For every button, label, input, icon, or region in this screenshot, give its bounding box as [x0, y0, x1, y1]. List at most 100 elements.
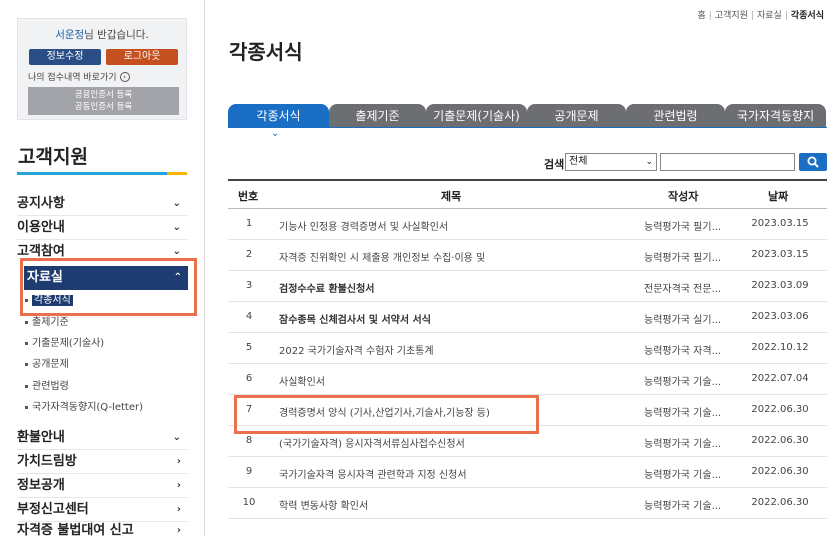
search-input[interactable]	[660, 153, 795, 171]
sidebar-item-illegal-lending[interactable]: 자격증 불법대여 신고 ›	[17, 522, 187, 536]
header-title: 제목	[441, 190, 462, 203]
breadcrumb-separator: |	[708, 11, 712, 21]
search-category-select[interactable]: 전체 ⌄	[565, 153, 657, 171]
edit-profile-button[interactable]: 정보수정	[29, 49, 101, 65]
row-date: 2023.03.06	[751, 311, 809, 322]
row-date: 2022.07.04	[751, 373, 809, 384]
sidebar-item-resources[interactable]: 자료실 ⌃	[24, 266, 188, 290]
tab-qletter[interactable]: 국가자격동향지	[725, 104, 826, 128]
chevron-down-icon: ⌄	[172, 246, 181, 257]
search-icon	[807, 156, 819, 168]
title-divider	[17, 172, 187, 175]
tab-criteria[interactable]: 출제기준	[329, 104, 426, 128]
tab-open-questions[interactable]: 공개문제	[527, 104, 626, 128]
chevron-right-icon: ›	[176, 504, 181, 515]
row-author: 능력평가국 기술...	[644, 470, 722, 481]
sidebar-item-label: 이용안내	[17, 220, 65, 235]
row-title-link[interactable]: 잠수종목 신체검사서 및 서약서 서식	[279, 311, 624, 326]
chevron-down-icon: ⌄	[172, 432, 181, 443]
breadcrumb-level1[interactable]: 고객지원	[715, 11, 748, 21]
row-title-link[interactable]: 자격증 진위확인 시 제출용 개인정보 수집·이용 및	[279, 249, 624, 264]
submenu-item-forms[interactable]: 각종서식	[25, 294, 73, 308]
breadcrumb-level2[interactable]: 자료실	[757, 11, 782, 21]
row-author: 능력평가국 기술...	[644, 408, 722, 419]
sidebar-item-notice[interactable]: 공지사항 ⌄	[17, 192, 187, 216]
submenu-item-criteria[interactable]: 출제기준	[25, 316, 69, 330]
logout-button[interactable]: 로그아웃	[106, 49, 178, 65]
chevron-down-icon: ⌄	[172, 222, 181, 233]
chevron-right-circle-icon: ›	[119, 71, 130, 82]
row-title-link[interactable]: 경력증명서 양식 (기사,산업기사,기술사,기능장 등)	[279, 404, 624, 419]
my-applications-label: 나의 접수내역 바로가기	[28, 73, 117, 83]
submenu-label: 공개문제	[32, 359, 69, 370]
table-row[interactable]: 8 (국가기술자격) 응시자격서류심사접수신청서 능력평가국 기술... 202…	[228, 426, 827, 457]
row-date: 2022.06.30	[751, 435, 809, 446]
submenu-item-qletter[interactable]: 국가자격동향지(Q-letter)	[25, 401, 143, 415]
chevron-right-icon: ›	[176, 480, 181, 491]
header-author: 작성자	[668, 190, 699, 203]
tab-past-exams[interactable]: 기출문제(기술사)	[426, 104, 527, 128]
submenu-item-past-exams[interactable]: 기출문제(기술사)	[25, 337, 104, 351]
sidebar-item-refund[interactable]: 환불안내 ⌄	[17, 426, 187, 450]
sidebar-item-value-dream[interactable]: 가치드림방 ›	[17, 450, 187, 474]
row-num: 7	[245, 404, 253, 415]
chevron-down-icon: ⌄	[172, 198, 181, 209]
bullet-icon	[25, 362, 28, 366]
submenu-item-laws[interactable]: 관련법령	[25, 380, 69, 394]
search-button[interactable]	[799, 153, 827, 171]
certificate-register-button[interactable]: 공용인증서 등록 공동인증서 등록	[28, 87, 179, 115]
sidebar-item-label: 환불안내	[17, 430, 65, 445]
table-row[interactable]: 6 사실확인서 능력평가국 기술... 2022.07.04	[228, 364, 827, 395]
chevron-up-icon: ⌃	[173, 272, 182, 283]
sidebar-item-label: 고객참여	[17, 244, 65, 259]
row-title-link[interactable]: 사실확인서	[279, 373, 624, 388]
sidebar-item-participation[interactable]: 고객참여 ⌄	[17, 240, 187, 264]
table-row[interactable]: 3 검정수수료 환불신청서 전문자격국 전문... 2023.03.09	[228, 271, 827, 302]
row-author: 능력평가국 기술...	[644, 377, 722, 388]
table-row[interactable]: 2 자격증 진위확인 시 제출용 개인정보 수집·이용 및 능력평가국 필기..…	[228, 240, 827, 271]
row-date: 2022.06.30	[751, 497, 809, 508]
sidebar-item-fraud-report[interactable]: 부정신고센터 ›	[17, 498, 187, 522]
row-title-link[interactable]: 검정수수료 환불신청서	[279, 280, 624, 295]
table-row[interactable]: 10 학력 변동사항 확인서 능력평가국 기술... 2022.06.30	[228, 488, 827, 519]
table-row[interactable]: 9 국가기술자격 응시자격 관련학과 지정 신청서 능력평가국 기술... 20…	[228, 457, 827, 488]
row-title-link[interactable]: 학력 변동사항 확인서	[279, 497, 624, 512]
row-title-link[interactable]: 기능사 인정용 경력증명서 및 사실확인서	[279, 218, 624, 233]
sidebar-item-disclosure[interactable]: 정보공개 ›	[17, 474, 187, 498]
tab-forms[interactable]: 각종서식	[228, 104, 329, 128]
table-header: 번호 제목 작성자 날짜	[228, 179, 827, 209]
row-title-link[interactable]: (국가기술자격) 응시자격서류심사접수신청서	[279, 435, 624, 450]
tab-bar: 각종서식 출제기준 기출문제(기술사) 공개문제 관련법령 국가자격동향지	[228, 104, 826, 128]
bullet-icon	[25, 405, 28, 409]
cert-line-1: 공용인증서 등록	[74, 90, 133, 100]
tab-laws[interactable]: 관련법령	[626, 104, 725, 128]
login-box: 서운정님 반갑습니다. 정보수정 로그아웃 나의 접수내역 바로가기 › 공용인…	[17, 18, 187, 120]
breadcrumb: 홈 | 고객지원 | 자료실 | 각종서식	[697, 8, 824, 21]
table-row[interactable]: 7 경력증명서 양식 (기사,산업기사,기술사,기능장 등) 능력평가국 기술.…	[228, 395, 827, 426]
row-author: 능력평가국 실기...	[644, 315, 722, 326]
breadcrumb-separator: |	[784, 11, 788, 21]
username: 서운정	[55, 29, 85, 41]
my-applications-link[interactable]: 나의 접수내역 바로가기 ›	[28, 70, 130, 83]
sidebar-item-guide[interactable]: 이용안내 ⌄	[17, 216, 187, 240]
row-num: 9	[245, 466, 253, 477]
table-row[interactable]: 4 잠수종목 신체검사서 및 서약서 서식 능력평가국 실기... 2023.0…	[228, 302, 827, 333]
submenu-item-open-questions[interactable]: 공개문제	[25, 358, 69, 372]
header-date: 날짜	[768, 190, 789, 203]
row-title-link[interactable]: 국가기술자격 응시자격 관련학과 지정 신청서	[279, 466, 624, 481]
chevron-down-icon: ⌄	[645, 157, 653, 167]
row-num: 3	[245, 280, 253, 291]
row-date: 2022.06.30	[751, 466, 809, 477]
table-row[interactable]: 1 기능사 인정용 경력증명서 및 사실확인서 능력평가국 필기... 2023…	[228, 209, 827, 240]
sidebar-item-label: 부정신고센터	[17, 502, 89, 517]
row-num: 4	[245, 311, 253, 322]
row-author: 능력평가국 기술...	[644, 501, 722, 512]
breadcrumb-separator: |	[750, 11, 754, 21]
row-date: 2023.03.09	[751, 280, 809, 291]
row-num: 6	[245, 373, 253, 384]
row-title-link[interactable]: 2022 국가기술자격 수험자 기초통계	[279, 342, 624, 357]
submenu-label: 기출문제(기술사)	[32, 338, 105, 349]
table-row[interactable]: 5 2022 국가기술자격 수험자 기초통계 능력평가국 자격... 2022.…	[228, 333, 827, 364]
bullet-icon	[25, 384, 28, 388]
breadcrumb-home[interactable]: 홈	[697, 11, 705, 21]
